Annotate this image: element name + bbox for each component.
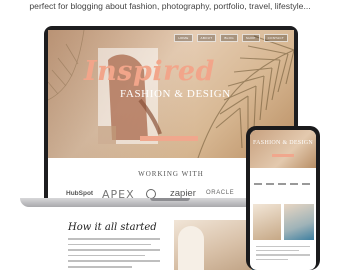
nav-item-contact[interactable]: CONTACT [263, 34, 288, 42]
hero-accent-button[interactable] [140, 136, 198, 141]
body-text-placeholder [68, 238, 160, 270]
phone-photo-left [253, 204, 281, 240]
hubspot-logo: HubSpot [66, 190, 94, 197]
nav-item-shop[interactable]: SHOP [241, 34, 260, 42]
phone-hero-title: FASHION & DESIGN [252, 140, 314, 146]
phone-screen: FASHION & DESIGN [250, 130, 316, 270]
nav-item-home[interactable]: HOME [174, 34, 193, 42]
phone-text-placeholder [256, 246, 310, 263]
caption: perfect for blogging about fashion, phot… [29, 1, 311, 11]
laptop-notch [150, 198, 190, 201]
oracle-logo: ORACLE [206, 190, 235, 196]
phone-photo-right [284, 204, 314, 240]
phone-logos [254, 183, 312, 187]
phone-hero-button[interactable] [272, 154, 294, 157]
hero-subtitle: FASHION & DESIGN [120, 88, 231, 100]
section-title: How it all started [68, 222, 157, 233]
hero-title: Inspired [84, 56, 215, 87]
site-nav: HOME ABOUT BLOG SHOP CONTACT [174, 34, 288, 42]
nav-item-blog[interactable]: BLOG [220, 34, 238, 42]
phone-hero [250, 130, 316, 168]
nav-item-about[interactable]: ABOUT [196, 34, 217, 42]
